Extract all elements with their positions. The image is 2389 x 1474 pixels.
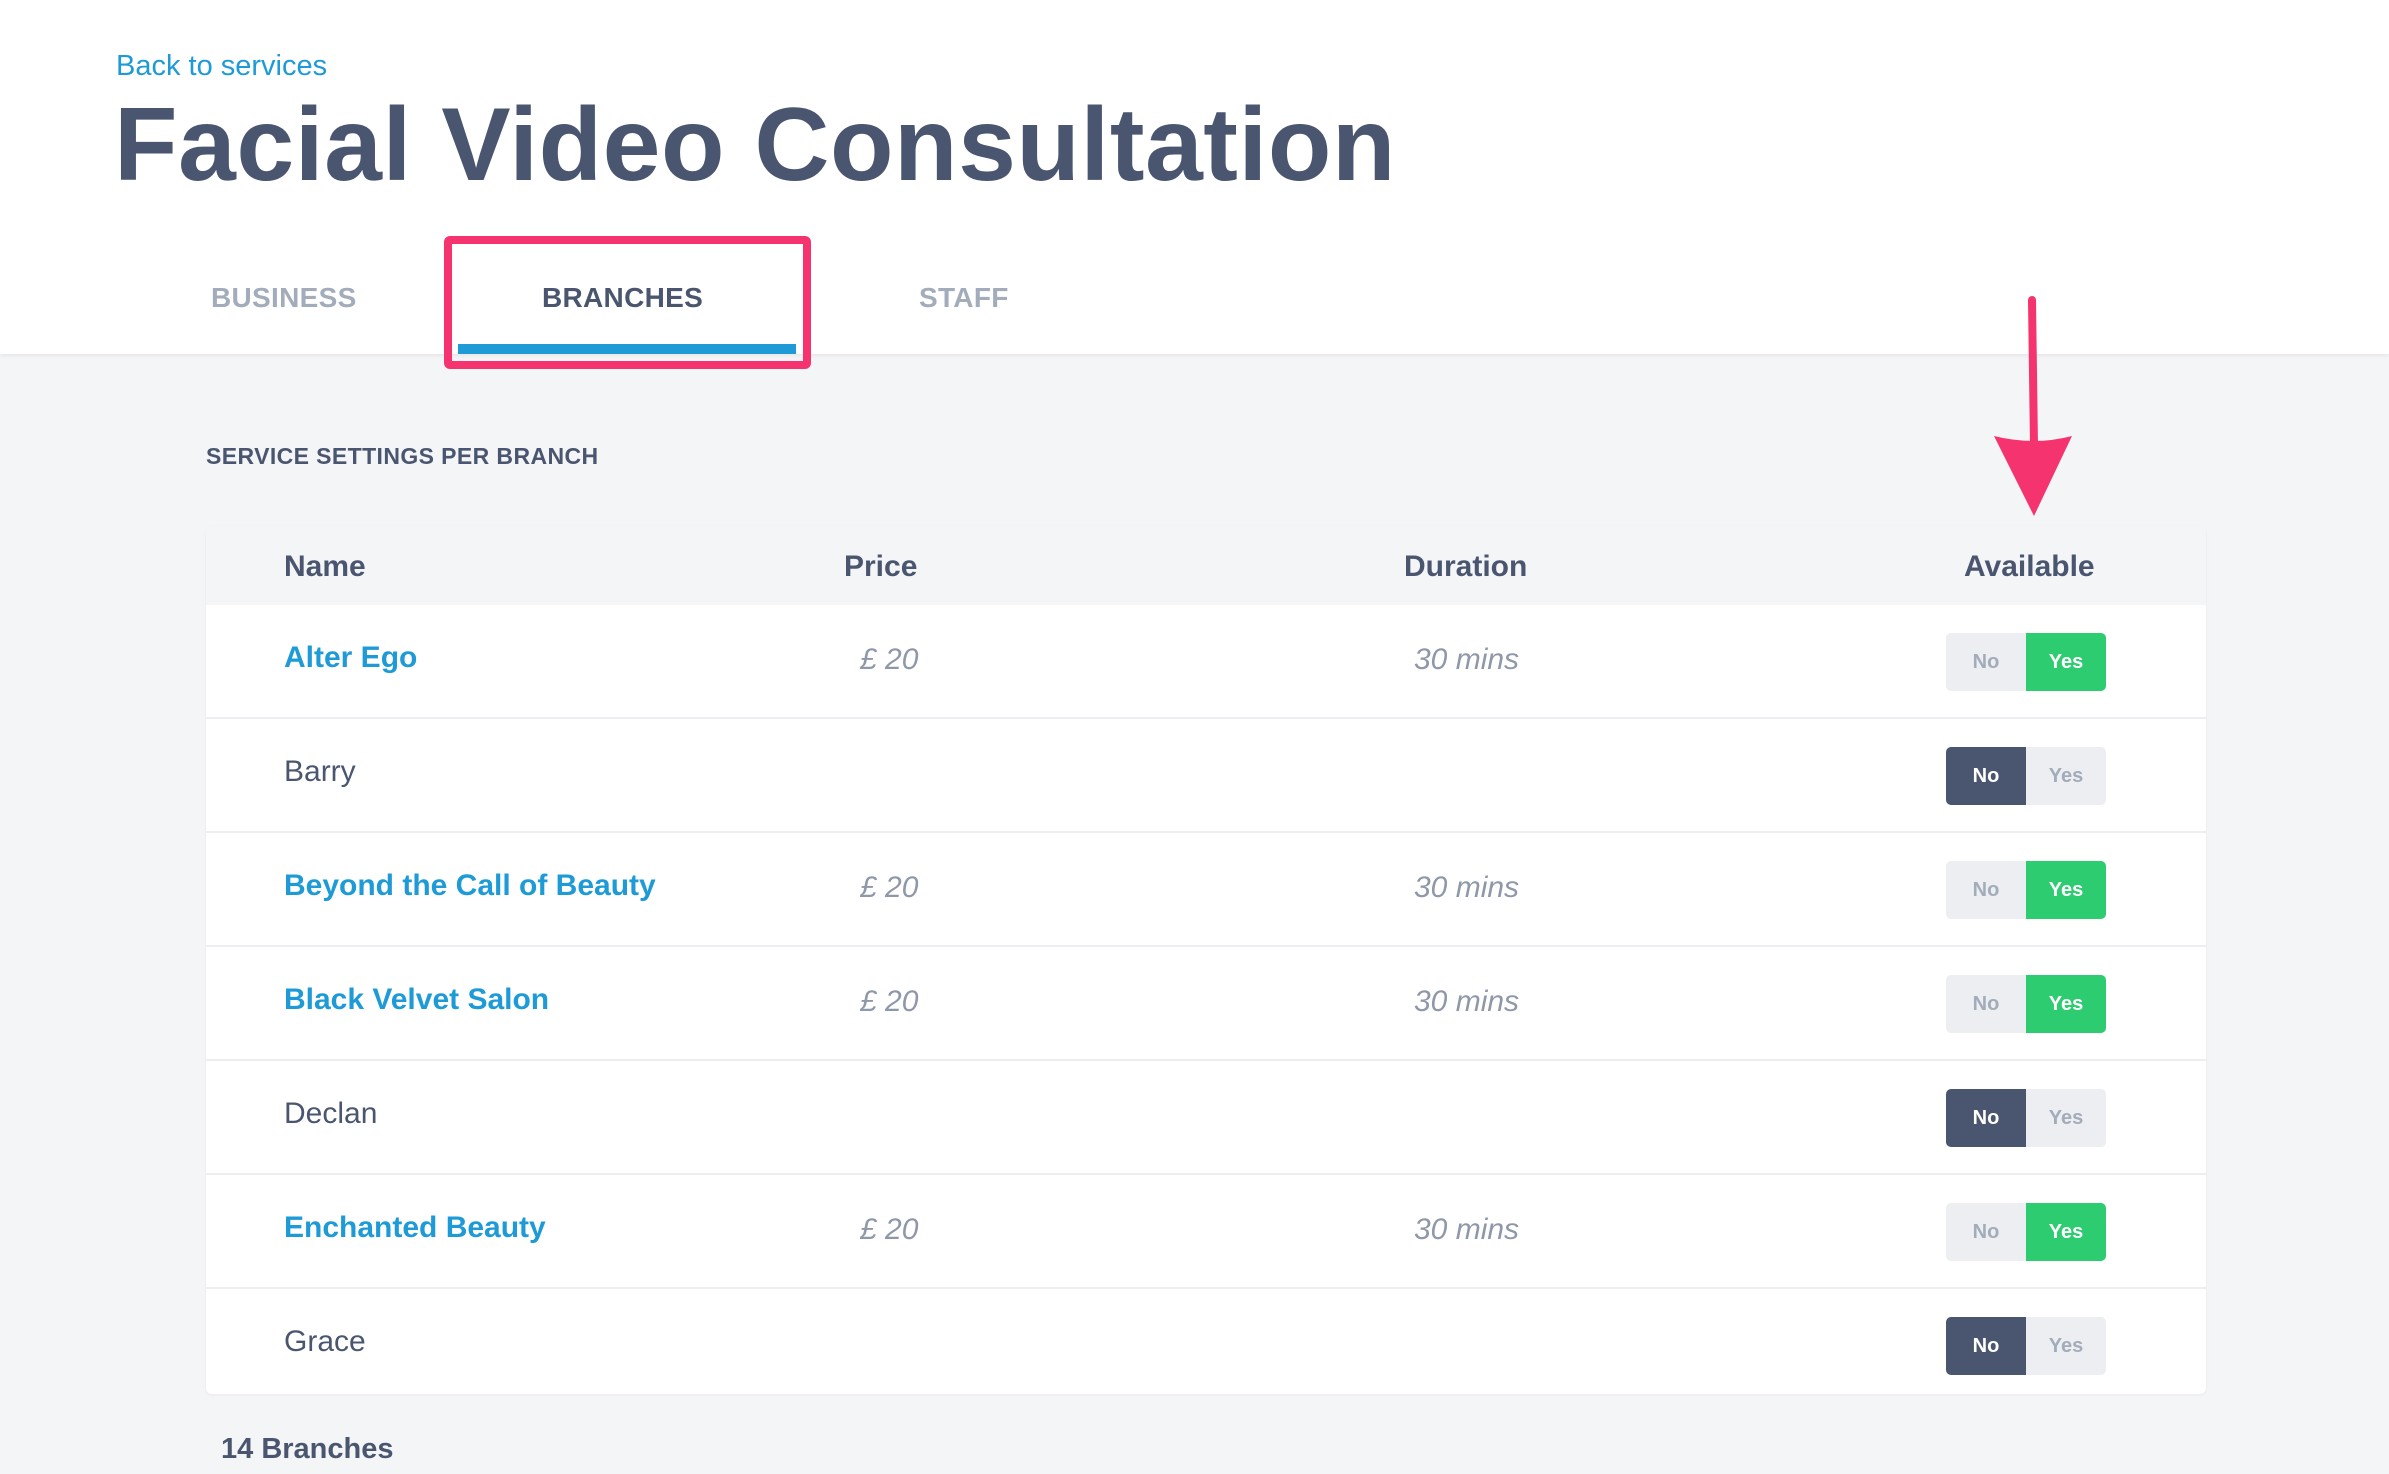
- branch-name[interactable]: Alter Ego: [284, 641, 417, 675]
- toggle-no-button[interactable]: No: [1946, 1089, 2026, 1147]
- toggle-no-button[interactable]: No: [1946, 1203, 2026, 1261]
- table-row: Beyond the Call of Beauty £ 20 30 mins No Ye…: [206, 833, 2206, 947]
- annotation-highlight-box: [444, 236, 811, 369]
- branch-duration: 30 mins: [1414, 643, 1520, 676]
- branch-duration: 30 mins: [1414, 985, 1520, 1018]
- table-row: Barry No Yes: [206, 719, 2206, 833]
- toggle-no-button[interactable]: No: [1946, 633, 2026, 691]
- toggle-no-button[interactable]: No: [1946, 975, 2026, 1033]
- table-row: Declan No Yes: [206, 1061, 2206, 1175]
- branches-table: Name Price Duration Available Alter Ego £…: [206, 526, 2206, 1394]
- availability-toggle: No Yes: [1946, 1317, 2106, 1375]
- branch-name: Declan: [284, 1097, 378, 1130]
- branch-name[interactable]: Enchanted Beauty: [284, 1211, 546, 1245]
- branch-price: £ 20: [860, 985, 919, 1018]
- toggle-yes-button[interactable]: Yes: [2026, 975, 2106, 1033]
- availability-toggle: No Yes: [1946, 633, 2106, 691]
- availability-toggle: No Yes: [1946, 1203, 2106, 1261]
- column-header-name: Name: [284, 550, 366, 583]
- toggle-yes-button[interactable]: Yes: [2026, 1089, 2106, 1147]
- branch-name: Grace: [284, 1325, 366, 1358]
- toggle-yes-button[interactable]: Yes: [2026, 1203, 2106, 1261]
- toggle-no-button[interactable]: No: [1946, 861, 2026, 919]
- table-row: Enchanted Beauty £ 20 30 mins No Yes: [206, 1175, 2206, 1289]
- branch-name[interactable]: Beyond the Call of Beauty: [284, 869, 656, 903]
- section-title: SERVICE SETTINGS PER BRANCH: [206, 443, 599, 469]
- toggle-no-button[interactable]: No: [1946, 747, 2026, 805]
- table-row: Black Velvet Salon £ 20 30 mins No Yes: [206, 947, 2206, 1061]
- branch-price: £ 20: [860, 643, 919, 676]
- branch-price: £ 20: [860, 1213, 919, 1246]
- availability-toggle: No Yes: [1946, 747, 2106, 805]
- back-to-services-link[interactable]: Back to services: [116, 50, 327, 83]
- availability-toggle: No Yes: [1946, 975, 2106, 1033]
- branch-duration: 30 mins: [1414, 871, 1520, 904]
- tab-business[interactable]: BUSINESS: [211, 282, 357, 314]
- availability-toggle: No Yes: [1946, 1089, 2106, 1147]
- page-title: Facial Video Consultation: [114, 87, 1396, 203]
- branch-duration: 30 mins: [1414, 1213, 1520, 1246]
- toggle-yes-button[interactable]: Yes: [2026, 747, 2106, 805]
- annotation-arrow-icon: [1994, 296, 2072, 516]
- availability-toggle: No Yes: [1946, 861, 2106, 919]
- toggle-yes-button[interactable]: Yes: [2026, 861, 2106, 919]
- toggle-yes-button[interactable]: Yes: [2026, 633, 2106, 691]
- branch-name[interactable]: Black Velvet Salon: [284, 983, 549, 1017]
- column-header-price: Price: [844, 550, 918, 583]
- branch-count: 14 Branches: [221, 1433, 394, 1465]
- table-row: Alter Ego £ 20 30 mins No Yes: [206, 605, 2206, 719]
- table-header: Name Price Duration Available: [206, 526, 2206, 605]
- tab-staff[interactable]: STAFF: [919, 282, 1009, 314]
- column-header-duration: Duration: [1404, 550, 1528, 583]
- branch-price: £ 20: [860, 871, 919, 904]
- branch-name: Barry: [284, 755, 356, 788]
- toggle-no-button[interactable]: No: [1946, 1317, 2026, 1375]
- toggle-yes-button[interactable]: Yes: [2026, 1317, 2106, 1375]
- column-header-available: Available: [1964, 550, 2095, 583]
- table-row: Grace No Yes: [206, 1289, 2206, 1394]
